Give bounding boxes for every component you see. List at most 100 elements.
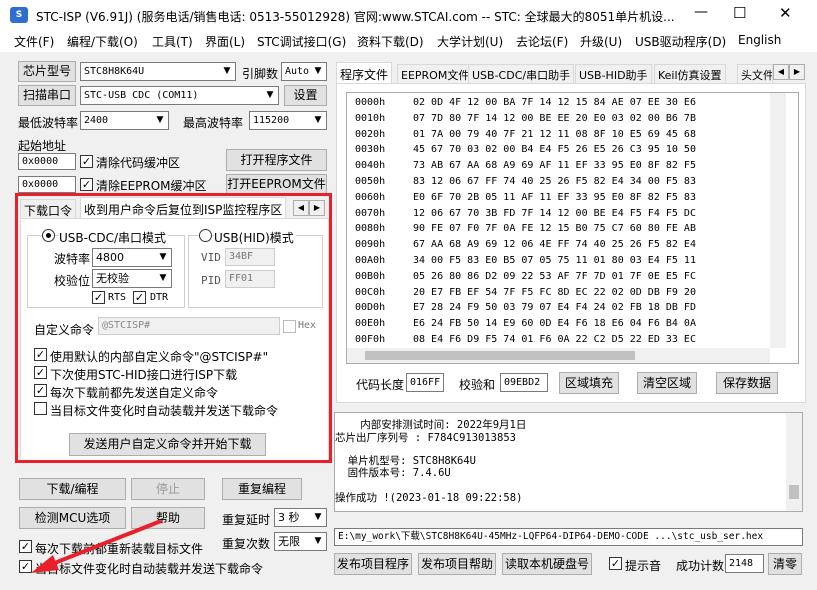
clear-area-button[interactable]: 清空区域 [637,372,697,394]
settings-button[interactable]: 设置 [284,85,327,106]
log-panel: 内部安排测试时间: 2022年9月1日 芯片出厂序列号 : F784C91301… [334,412,803,512]
publish-help-button[interactable]: 发布项目帮助 [418,553,496,575]
hex-view[interactable]: 0000h 02 0D 4F 12 00 BA 7F 14 12 15 84 AE… [346,92,799,364]
hex-bytes: E6 24 FB 50 14 E9 60 0D E4 F6 18 E6 04 F… [413,318,696,330]
hex-bytes: E0 6F 70 2B 05 11 AF 11 EF 33 95 E0 8F 8… [413,191,696,203]
menu-usb-driver[interactable]: USB驱动程序(D) [635,33,726,50]
hex-row: 0080h 90 FE 07 F0 7F 0A FE 12 15 B0 75 C7… [355,223,696,234]
menu-docs[interactable]: 资料下载(D) [357,33,424,50]
tab-usb-cdc-assistant[interactable]: USB-CDC/串口助手 [468,64,575,83]
open-eeprom-file-button[interactable]: 打开EEPROM文件 [226,174,327,194]
min-baud-select[interactable]: 2400 ▼ [80,111,169,130]
hex-address: 00B0h [355,270,386,282]
repeat-count-select[interactable]: 无限 ▼ [274,532,327,551]
menu-interface[interactable]: 界面(L) [205,33,245,50]
download-program-button[interactable]: 下载/编程 [19,478,126,500]
clear-count-button[interactable]: 清零 [768,553,802,575]
code-address-input[interactable]: 0x0000 [18,153,76,170]
close-button[interactable]: ✕ [779,4,799,22]
hex-row: 00E0h E6 24 FB 50 14 E9 60 0D E4 F6 18 E6… [355,318,696,329]
hex-bytes: 34 00 F5 83 E0 B5 07 05 75 11 01 80 03 E… [413,255,696,266]
checksum-value: 09EBD2 [500,373,548,392]
repeat-delay-select[interactable]: 3 秒 ▼ [274,508,327,527]
hex-horizontal-scrollbar[interactable] [347,348,770,363]
max-baud-select[interactable]: 115200 ▼ [249,111,327,130]
repeat-delay-label: 重复延时 [222,513,271,527]
menu-debug[interactable]: STC调试接口(G) [257,33,346,50]
hex-address: 0080h [355,223,386,235]
clear-eeprom-checkbox[interactable]: ✓ [80,178,93,191]
hex-bytes: 83 12 06 67 FF 74 40 25 26 F5 82 E4 34 0… [413,176,696,187]
hex-bytes: E7 28 24 F9 50 03 79 07 E4 F4 24 02 FB 1… [413,302,696,314]
hex-address: 00F0h [355,334,386,345]
tab-usb-hid-assistant[interactable]: USB-HID助手 [575,64,652,83]
hex-address: 0020h [355,128,386,140]
clear-code-checkbox[interactable]: ✓ [80,155,93,168]
chevron-down-icon: ▼ [314,536,322,546]
hex-row: 00B0h 05 26 80 86 D2 09 22 53 AF 7F 7D 01… [355,271,696,282]
annotation-arrow-icon [31,519,162,573]
hex-row: 0050h 83 12 06 67 FF 74 40 25 26 F5 82 E4… [355,176,696,187]
menu-program[interactable]: 编程/下载(O) [67,33,138,50]
stop-button[interactable]: 停止 [131,478,205,500]
tab-keil-settings[interactable]: Keil仿真设置 [654,64,726,83]
hex-address: 0030h [355,144,386,156]
hex-row: 0060h E0 6F 70 2B 05 11 AF 11 EF 33 95 E0… [355,192,696,203]
tab-header-file[interactable]: 头文件 [737,64,773,83]
eeprom-address-input[interactable]: 0x0000 [18,176,76,193]
clear-code-label: 清除代码缓冲区 [96,156,181,170]
hex-row: 00A0h 34 00 F5 83 E0 B5 07 05 75 11 01 80… [355,255,696,266]
save-data-button[interactable]: 保存数据 [716,372,778,394]
max-baud-label: 最高波特率 [183,116,244,130]
arrow-right-icon[interactable]: ▶ [789,64,805,80]
hex-bytes: 01 7A 00 79 40 7F 21 12 11 08 8F 10 E5 6… [413,128,696,140]
menu-english[interactable]: English [738,33,781,47]
read-disk-id-button[interactable]: 读取本机硬盘号 [502,553,592,575]
hex-row: 00C0h 20 E7 FB EF 54 7F F5 FC 8D EC 22 02… [355,287,696,298]
right-tab-scroller[interactable]: ◀ ▶ [773,63,807,80]
hex-address: 00D0h [355,302,386,314]
log-line: 固件版本号: 7.4.6U [335,467,451,479]
tab-eeprom-file[interactable]: EEPROM文件 [397,64,474,83]
checksum-label: 校验和 [459,378,496,392]
hex-bytes: 73 AB 67 AA 68 A9 69 AF 11 EF 33 95 E0 8… [413,160,696,172]
open-program-file-button[interactable]: 打开程序文件 [226,149,327,171]
menu-tools[interactable]: 工具(T) [152,33,193,50]
hex-bytes: 12 06 67 70 3B FD 7F 14 12 00 BE E4 F5 F… [413,207,696,219]
hex-row: 0010h 07 7D 80 7F 14 12 00 BE EE 20 E0 03… [355,113,696,124]
beep-checkbox[interactable]: ✓ [609,557,622,570]
tab-program-file[interactable]: 程序文件 [336,62,393,83]
beep-label: 提示音 [625,559,662,573]
pins-label: 引脚数 [242,67,279,81]
fill-area-button[interactable]: 区域填充 [559,372,619,394]
repeat-program-button[interactable]: 重复编程 [222,478,302,500]
menu-forum[interactable]: 去论坛(F) [516,33,568,50]
min-baud-label: 最低波特率 [18,116,79,130]
publish-program-button[interactable]: 发布项目程序 [334,553,412,575]
hex-address: 0050h [355,176,386,187]
port-select[interactable]: STC-USB CDC (COM11) ▼ [80,86,279,105]
hex-bytes: 08 E4 F6 D9 F5 74 01 F6 0A 22 C2 D5 22 E… [413,334,696,345]
menu-file[interactable]: 文件(F) [14,33,54,50]
hex-address: 00C0h [355,286,386,298]
hex-bytes: 05 26 80 86 D2 09 22 53 AF 7F 7D 01 7F 0… [413,270,696,282]
success-count-label: 成功计数 [676,559,725,573]
minimize-button[interactable]: — [694,4,714,20]
hex-row: 0000h 02 0D 4F 12 00 BA 7F 14 12 15 84 AE… [355,97,696,108]
menu-university[interactable]: 大学计划(U) [437,33,503,50]
hex-row: 00D0h E7 28 24 F9 50 03 79 07 E4 F4 24 02… [355,302,696,313]
title-bar: S STC-ISP (V6.91J) (服务电话/销售电话: 0513-5501… [0,0,817,30]
start-address-label: 起始地址 [18,139,67,153]
maximize-button[interactable]: ☐ [733,4,753,22]
scan-port-button[interactable]: 扫描串口 [18,85,76,106]
log-scrollbar[interactable] [786,413,802,511]
pins-select[interactable]: Auto ▼ [281,62,327,81]
menu-bar: 文件(F) 编程/下载(O) 工具(T) 界面(L) STC调试接口(G) 资料… [0,30,817,52]
hex-address: 0040h [355,160,386,172]
chip-model-select[interactable]: STC8H8K64U ▼ [80,62,236,81]
menu-upgrade[interactable]: 升级(U) [580,33,622,50]
chip-model-button[interactable]: 芯片型号 [18,61,76,82]
arrow-left-icon[interactable]: ◀ [773,64,789,80]
hex-vertical-scrollbar[interactable] [770,93,786,348]
hex-row: 0090h 67 AA 68 A9 69 12 06 4E FF 74 40 25… [355,239,696,250]
